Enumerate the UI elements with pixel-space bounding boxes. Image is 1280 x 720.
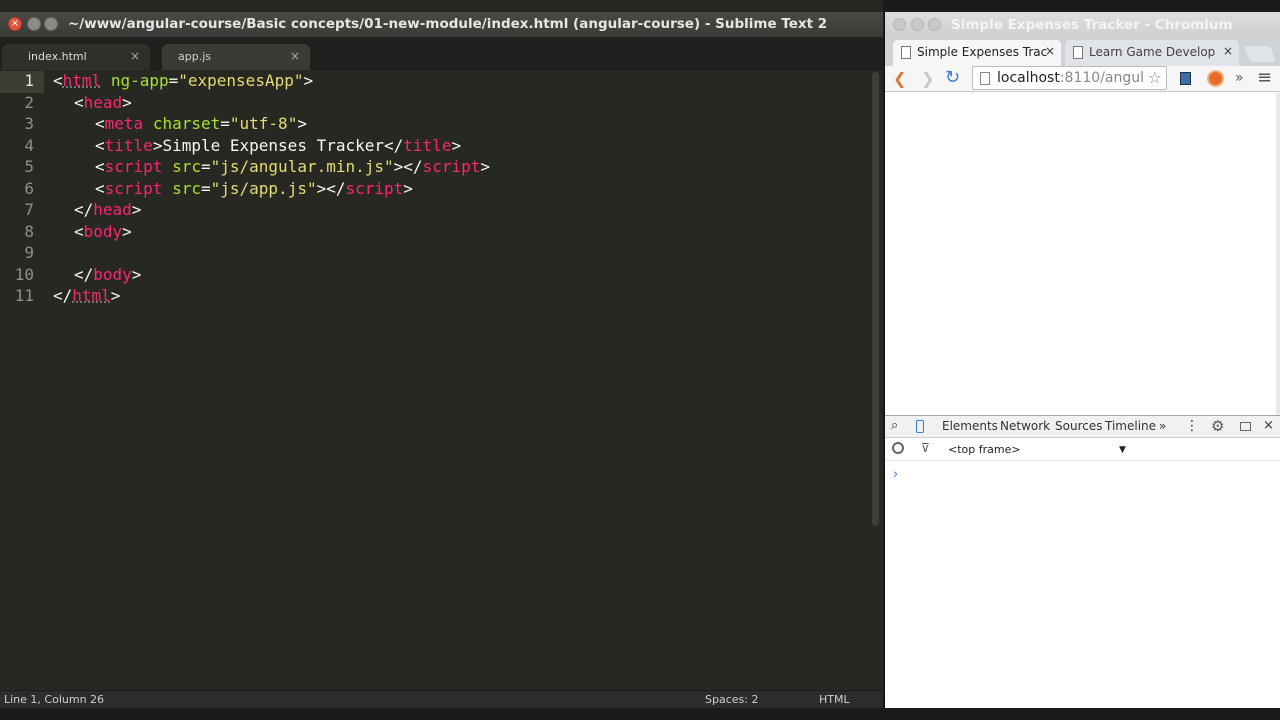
code-line-5: <script src="js/angular.min.js"></script… bbox=[95, 157, 490, 176]
devtools-toolbar: ⌕ Elements Network Sources Timeline » ⋮ … bbox=[885, 416, 1280, 438]
syntax-setting[interactable]: HTML bbox=[819, 693, 850, 706]
tab-elements[interactable]: Elements bbox=[942, 419, 998, 433]
cursor-position: Line 1, Column 26 bbox=[4, 693, 105, 706]
sublime-window-title: ~/www/angular-course/Basic concepts/01-n… bbox=[68, 16, 828, 32]
tab-label: index.html bbox=[28, 50, 87, 63]
indentation-setting[interactable]: Spaces: 2 bbox=[705, 693, 758, 706]
code-line-8: <body> bbox=[74, 222, 132, 241]
overflow-chevron-icon[interactable]: » bbox=[1235, 70, 1244, 86]
window-maximize-button[interactable] bbox=[44, 17, 58, 31]
line-number: 10 bbox=[14, 265, 34, 284]
code-line-4: <title>Simple Expenses Tracker</title> bbox=[95, 136, 462, 155]
browser-tab-expenses[interactable]: Simple Expenses Trac × bbox=[893, 40, 1061, 66]
filter-icon[interactable]: ⊽ bbox=[921, 441, 930, 455]
clear-console-icon[interactable] bbox=[892, 442, 904, 454]
window-minimize-button[interactable] bbox=[911, 18, 924, 31]
forward-icon[interactable]: ❯ bbox=[921, 69, 934, 88]
chromium-window: Simple Expenses Tracker - Chromium Simpl… bbox=[884, 12, 1280, 708]
code-line-2: <head> bbox=[74, 93, 132, 112]
screen-bottom-edge bbox=[0, 708, 1280, 720]
console-filter-bar: ⊽ <top frame> ▼ bbox=[885, 439, 1280, 461]
code-line-7: </head> bbox=[74, 200, 142, 219]
chromium-titlebar: Simple Expenses Tracker - Chromium bbox=[885, 12, 1280, 38]
console-prompt[interactable]: › bbox=[893, 467, 898, 482]
reload-icon[interactable]: ↻ bbox=[945, 67, 960, 88]
code-line-6: <script src="js/app.js"></script> bbox=[95, 179, 413, 198]
tab-close-icon[interactable]: × bbox=[290, 49, 300, 63]
code-line-3: <meta charset="utf-8"> bbox=[95, 114, 307, 133]
devtools-panel: ⌕ Elements Network Sources Timeline » ⋮ … bbox=[885, 415, 1280, 708]
tab-index-html[interactable]: index.html × bbox=[2, 44, 150, 70]
device-mode-icon[interactable] bbox=[916, 420, 924, 433]
tab-close-icon[interactable]: × bbox=[130, 49, 140, 63]
address-bar[interactable]: localhost:8110/angula ☆ bbox=[972, 66, 1167, 90]
tab-app-js[interactable]: app.js × bbox=[162, 44, 310, 70]
sublime-titlebar: × ~/www/angular-course/Basic concepts/01… bbox=[0, 12, 883, 38]
tab-sources[interactable]: Sources bbox=[1055, 419, 1102, 433]
browser-tab-game-dev[interactable]: Learn Game Develop × bbox=[1065, 40, 1239, 66]
browser-toolbar: ❮ ❯ ↻ localhost:8110/angula ☆ » ≡ bbox=[885, 66, 1280, 92]
page-viewport[interactable] bbox=[885, 93, 1277, 423]
new-tab-button[interactable] bbox=[1244, 46, 1276, 62]
window-close-button[interactable] bbox=[893, 18, 906, 31]
more-panels-icon[interactable]: » bbox=[1159, 419, 1166, 433]
line-number: 8 bbox=[24, 222, 34, 241]
code-line-1: <html ng-app="expensesApp"> bbox=[53, 71, 314, 90]
browser-tab-label: Learn Game Develop bbox=[1089, 45, 1216, 59]
dock-icon[interactable] bbox=[1240, 422, 1251, 431]
extension-icon[interactable] bbox=[1207, 70, 1224, 87]
extension-icon[interactable] bbox=[1180, 72, 1191, 85]
line-number: 3 bbox=[24, 114, 34, 133]
sublime-window: × ~/www/angular-course/Basic concepts/01… bbox=[0, 0, 883, 720]
line-number: 5 bbox=[24, 157, 34, 176]
line-number: 7 bbox=[24, 200, 34, 219]
window-close-button[interactable]: × bbox=[8, 17, 22, 31]
url-text: localhost:8110/angula bbox=[997, 70, 1143, 86]
line-number: 4 bbox=[24, 136, 34, 155]
tab-timeline[interactable]: Timeline bbox=[1105, 419, 1156, 433]
tab-label: app.js bbox=[178, 50, 211, 63]
page-icon bbox=[901, 46, 911, 59]
status-bar: Line 1, Column 26 Spaces: 2 HTML bbox=[0, 690, 883, 708]
window-maximize-button[interactable] bbox=[928, 18, 941, 31]
window-minimize-button[interactable] bbox=[27, 17, 41, 31]
line-number-gutter: 1 2 3 4 5 6 7 8 9 10 11 bbox=[0, 70, 44, 690]
page-icon bbox=[1073, 46, 1083, 59]
chromium-window-title: Simple Expenses Tracker - Chromium bbox=[951, 17, 1233, 33]
line-number: 2 bbox=[24, 93, 34, 112]
browser-tab-label: Simple Expenses Trac bbox=[917, 45, 1048, 59]
tab-close-icon[interactable]: × bbox=[1045, 44, 1055, 58]
line-number: 11 bbox=[14, 286, 34, 305]
menu-icon[interactable]: ≡ bbox=[1257, 67, 1272, 88]
search-icon[interactable]: ⌕ bbox=[891, 418, 898, 433]
settings-gear-icon[interactable]: ⚙ bbox=[1211, 417, 1224, 435]
editor-scrollbar[interactable] bbox=[872, 72, 879, 526]
chevron-down-icon[interactable]: ▼ bbox=[1119, 445, 1126, 455]
line-number: 9 bbox=[24, 243, 34, 262]
line-number: 6 bbox=[24, 179, 34, 198]
bookmark-star-icon[interactable]: ☆ bbox=[1148, 68, 1162, 87]
tab-network[interactable]: Network bbox=[1000, 419, 1050, 433]
page-icon bbox=[980, 72, 990, 85]
back-icon[interactable]: ❮ bbox=[893, 69, 906, 88]
frame-selector[interactable]: <top frame> bbox=[948, 443, 1021, 456]
tab-close-icon[interactable]: × bbox=[1223, 44, 1233, 58]
browser-tab-strip: Simple Expenses Trac × Learn Game Develo… bbox=[885, 38, 1280, 66]
close-icon[interactable]: × bbox=[1263, 418, 1274, 433]
code-editor[interactable]: 1 2 3 4 5 6 7 8 9 10 11 <html ng-app="ex… bbox=[0, 70, 883, 690]
code-line-11: </html> bbox=[53, 286, 121, 305]
sublime-tab-bar: index.html × app.js × bbox=[0, 38, 883, 70]
console-drawer-icon[interactable]: ⋮ bbox=[1185, 418, 1199, 434]
code-line-10: </body> bbox=[74, 265, 142, 284]
line-number: 1 bbox=[24, 71, 34, 90]
